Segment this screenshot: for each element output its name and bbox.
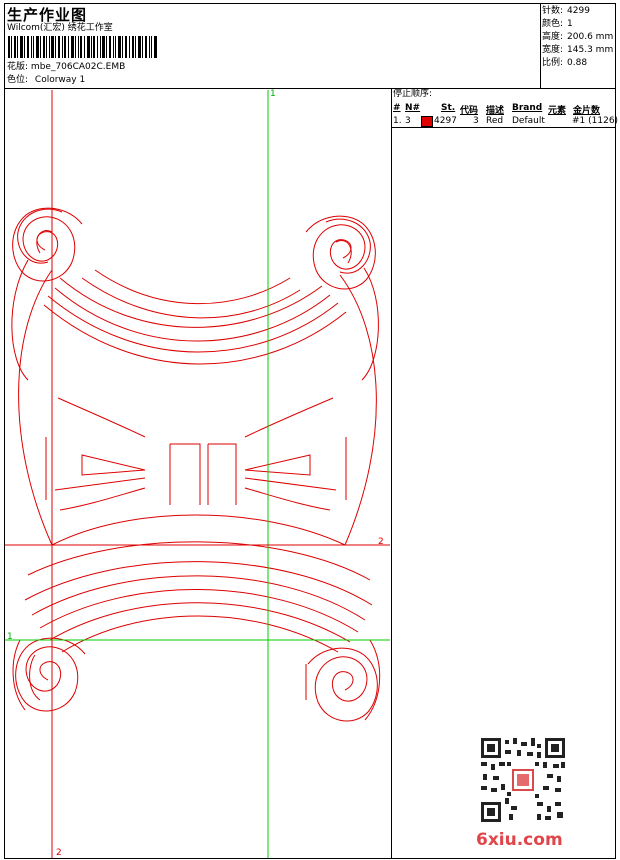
guide-lines [5, 90, 390, 858]
qr-code [481, 738, 565, 822]
green-v-label: 1 [270, 89, 276, 99]
stitch-paths [11, 207, 381, 722]
embroidery-design [5, 90, 390, 858]
red-v-label: 2 [56, 848, 62, 858]
watermark-text: 6xiu.com [476, 830, 563, 850]
red-h-label: 2 [378, 537, 384, 547]
green-h-label: 1 [7, 632, 13, 642]
